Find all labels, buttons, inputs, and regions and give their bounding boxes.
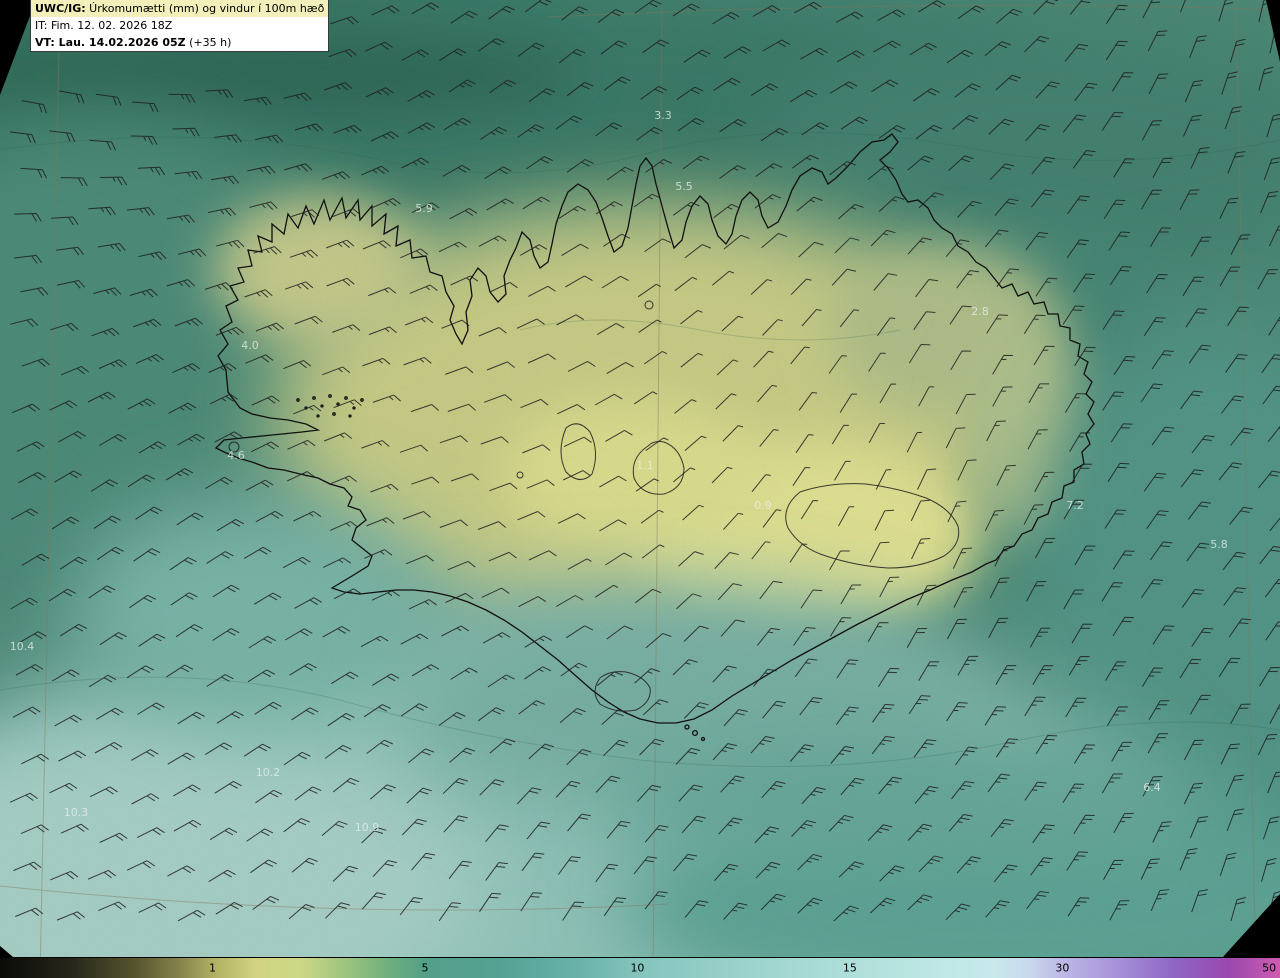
- precipitation-colorbar: 1 5 10 15 30 50: [0, 957, 1280, 978]
- precipitation-wind-map: 3.3 5.5 5.9 2.8 4.0 4.6 1.1 0.9 7.2 5.8 10.4 10.2 10…: [0, 0, 1280, 978]
- weather-map-stage: 3.3 5.5 5.9 2.8 4.0 4.6 1.1 0.9 7.2 5.8 10.4 10.2 10…: [0, 0, 1280, 978]
- precip-value-label: 5.9: [415, 202, 433, 215]
- colorbar-tick-label: 30: [1055, 961, 1070, 975]
- precip-value-label: 10.2: [256, 766, 281, 779]
- precip-value-label: 10.3: [64, 806, 89, 819]
- precip-value-label: 6.4: [1143, 781, 1161, 794]
- valid-time-line: VT: Lau. 14.02.2026 05Z (+35 h): [31, 34, 329, 51]
- precip-value-label: 3.3: [654, 109, 672, 122]
- map-title-box: UWC/IG: Úrkomumætti (mm) og vindur í 100…: [30, 0, 330, 52]
- init-time-line: IT: Fim. 12. 02. 2026 18Z: [31, 17, 329, 34]
- valid-time-main: VT: Lau. 14.02.2026 05Z: [35, 36, 186, 49]
- precip-value-label: 5.8: [1210, 538, 1228, 551]
- precip-value-label: 10.4: [10, 640, 35, 653]
- precip-value-label: 2.8: [971, 305, 989, 318]
- precip-value-label: 7.2: [1066, 499, 1084, 512]
- precip-value-label: 1.1: [636, 459, 654, 472]
- map-title-line: UWC/IG: Úrkomumætti (mm) og vindur í 100…: [31, 0, 329, 17]
- precip-value-label: 5.5: [675, 180, 693, 193]
- map-title: Úrkomumætti (mm) og vindur í 100m hæð: [85, 2, 325, 15]
- colorbar-tick-label: 1: [208, 961, 216, 975]
- model-label: UWC/IG:: [35, 2, 86, 15]
- colorbar-tick-label: 50: [1262, 961, 1277, 975]
- valid-time-offset: (+35 h): [185, 36, 232, 49]
- colorbar-tick-label: 5: [421, 961, 429, 975]
- precip-value-label: 0.9: [754, 499, 772, 512]
- colorbar-tick-label: 10: [630, 961, 645, 975]
- precip-value-label: 4.0: [241, 339, 259, 352]
- precip-value-label: 4.6: [227, 449, 245, 462]
- colorbar-tick-label: 15: [842, 961, 857, 975]
- precip-value-label: 10.9: [355, 821, 380, 834]
